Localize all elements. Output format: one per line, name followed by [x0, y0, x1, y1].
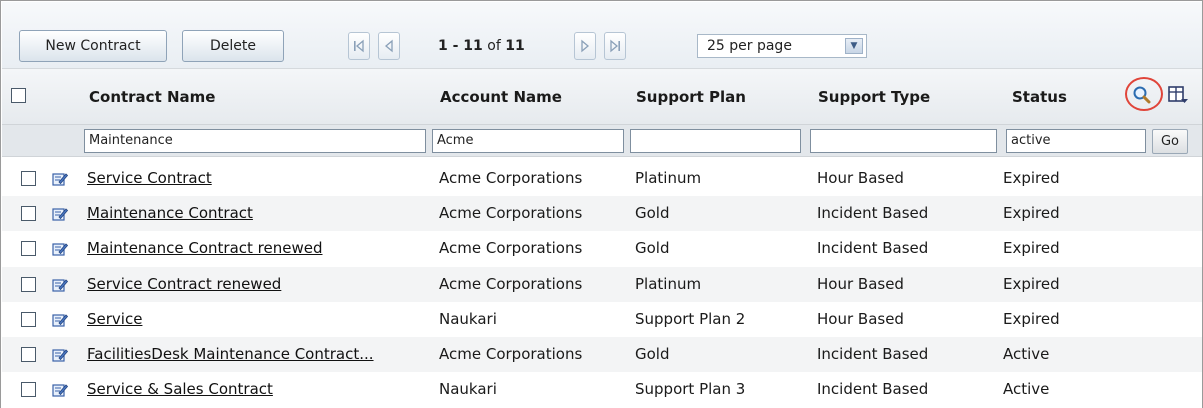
row-checkbox[interactable] — [21, 311, 36, 327]
row-checkbox[interactable] — [21, 241, 36, 257]
contract-name-cell[interactable]: Maintenance Contract — [87, 196, 253, 231]
edit-icon[interactable] — [52, 347, 69, 363]
support-plan-cell: Support Plan 3 — [635, 380, 746, 399]
row-checkbox[interactable] — [21, 206, 36, 222]
contract-name-filter-input[interactable]: Maintenance — [84, 129, 426, 153]
contract-name-cell[interactable]: Service & Sales Contract — [87, 372, 273, 407]
edit-icon[interactable] — [52, 277, 69, 293]
row-checkbox[interactable] — [21, 382, 36, 398]
new-contract-button[interactable]: New Contract — [19, 30, 167, 62]
last-page-icon[interactable] — [604, 32, 626, 60]
edit-icon[interactable] — [52, 206, 69, 222]
status-cell: Active — [1003, 345, 1050, 363]
status-cell: Expired — [1003, 274, 1060, 293]
status-cell: Expired — [1003, 309, 1060, 328]
column-account-name[interactable]: Account Name — [440, 81, 562, 113]
edit-icon[interactable] — [52, 312, 69, 328]
edit-icon[interactable] — [52, 382, 69, 398]
status-cell: Expired — [1003, 204, 1060, 223]
contract-name-cell[interactable]: Service Contract — [87, 161, 212, 196]
go-button[interactable]: Go — [1152, 129, 1188, 154]
table-row: Maintenance Contract Acme Corporations Gol… — [2, 196, 1202, 232]
account-name-cell: Acme Corporations — [439, 204, 583, 223]
support-plan-cell: Platinum — [635, 169, 702, 187]
account-name-cell: Naukari — [439, 309, 497, 328]
contract-name-cell[interactable]: Maintenance Contract renewed — [87, 231, 322, 266]
account-name-cell: Acme Corporations — [439, 169, 583, 187]
row-checkbox[interactable] — [21, 276, 36, 292]
edit-icon[interactable] — [52, 171, 69, 187]
select-all-checkbox[interactable] — [11, 88, 26, 103]
column-support-type[interactable]: Support Type — [818, 81, 930, 113]
toolbar: New Contract Delete 1 - 11 of 11 25 per … — [2, 2, 1202, 68]
pager-info: 1 - 11 of 11 — [438, 32, 525, 60]
table-row: Service Contract renewed Acme Corporation… — [2, 266, 1202, 302]
column-chooser-icon[interactable] — [1167, 84, 1189, 106]
support-type-cell: Hour Based — [817, 309, 904, 328]
next-page-icon[interactable] — [574, 32, 596, 60]
contracts-panel: New Contract Delete 1 - 11 of 11 25 per … — [0, 0, 1203, 408]
search-icon[interactable] — [1132, 85, 1152, 105]
support-type-cell: Incident Based — [817, 380, 929, 399]
delete-button[interactable]: Delete — [182, 30, 284, 62]
support-plan-cell: Support Plan 2 — [635, 309, 746, 328]
table-row: Maintenance Contract renewed Acme Corpora… — [2, 231, 1202, 267]
support-type-cell: Incident Based — [817, 345, 929, 363]
status-cell: Expired — [1003, 239, 1060, 258]
column-support-plan[interactable]: Support Plan — [636, 81, 746, 113]
support-plan-cell: Gold — [635, 239, 670, 258]
chevron-down-icon[interactable]: ▼ — [845, 38, 863, 54]
support-type-cell: Hour Based — [817, 274, 904, 293]
contract-name-cell[interactable]: Service Contract renewed — [87, 267, 281, 302]
support-plan-cell: Gold — [635, 204, 670, 223]
support-type-filter-input[interactable] — [810, 129, 997, 153]
support-plan-cell: Platinum — [635, 274, 702, 293]
table-row: FacilitiesDesk Maintenance Contract... Ac… — [2, 337, 1202, 372]
support-type-cell: Incident Based — [817, 204, 929, 223]
account-name-cell: Naukari — [439, 380, 497, 399]
per-page-select[interactable]: 25 per page ▼ — [697, 34, 867, 58]
contract-name-cell[interactable]: Service — [87, 302, 142, 337]
prev-page-icon[interactable] — [378, 32, 400, 60]
table-row: Service Naukari Support Plan 2 Hour Based Ex… — [2, 301, 1202, 337]
status-cell: Active — [1003, 380, 1050, 399]
account-name-cell: Acme Corporations — [439, 239, 583, 258]
table-header: Contract Name Account Name Support Plan … — [2, 68, 1202, 124]
support-type-cell: Hour Based — [817, 169, 904, 187]
support-plan-cell: Gold — [635, 345, 670, 363]
account-name-cell: Acme Corporations — [439, 345, 583, 363]
per-page-value: 25 per page — [707, 38, 792, 54]
filter-row: Maintenance Acme active Go — [2, 124, 1202, 157]
pager-total: 11 — [505, 38, 525, 54]
support-plan-filter-input[interactable] — [630, 129, 801, 153]
pager-of: of — [487, 38, 501, 54]
contract-name-cell[interactable]: FacilitiesDesk Maintenance Contract... — [87, 337, 374, 372]
column-contract-name[interactable]: Contract Name — [89, 81, 215, 113]
first-page-icon[interactable] — [348, 32, 370, 60]
table-row: Service Contract Acme Corporations Platinu… — [2, 161, 1202, 196]
row-checkbox[interactable] — [21, 171, 36, 186]
table-row: Service & Sales Contract Naukari Support P… — [2, 372, 1202, 408]
pager-range: 1 - 11 — [438, 38, 483, 54]
status-filter-input[interactable]: active — [1006, 129, 1146, 153]
edit-icon[interactable] — [52, 241, 69, 257]
support-type-cell: Incident Based — [817, 239, 929, 258]
account-name-cell: Acme Corporations — [439, 274, 583, 293]
row-checkbox[interactable] — [21, 347, 36, 362]
status-cell: Expired — [1003, 169, 1060, 187]
account-name-filter-input[interactable]: Acme — [432, 129, 624, 153]
column-status[interactable]: Status — [1012, 81, 1067, 113]
